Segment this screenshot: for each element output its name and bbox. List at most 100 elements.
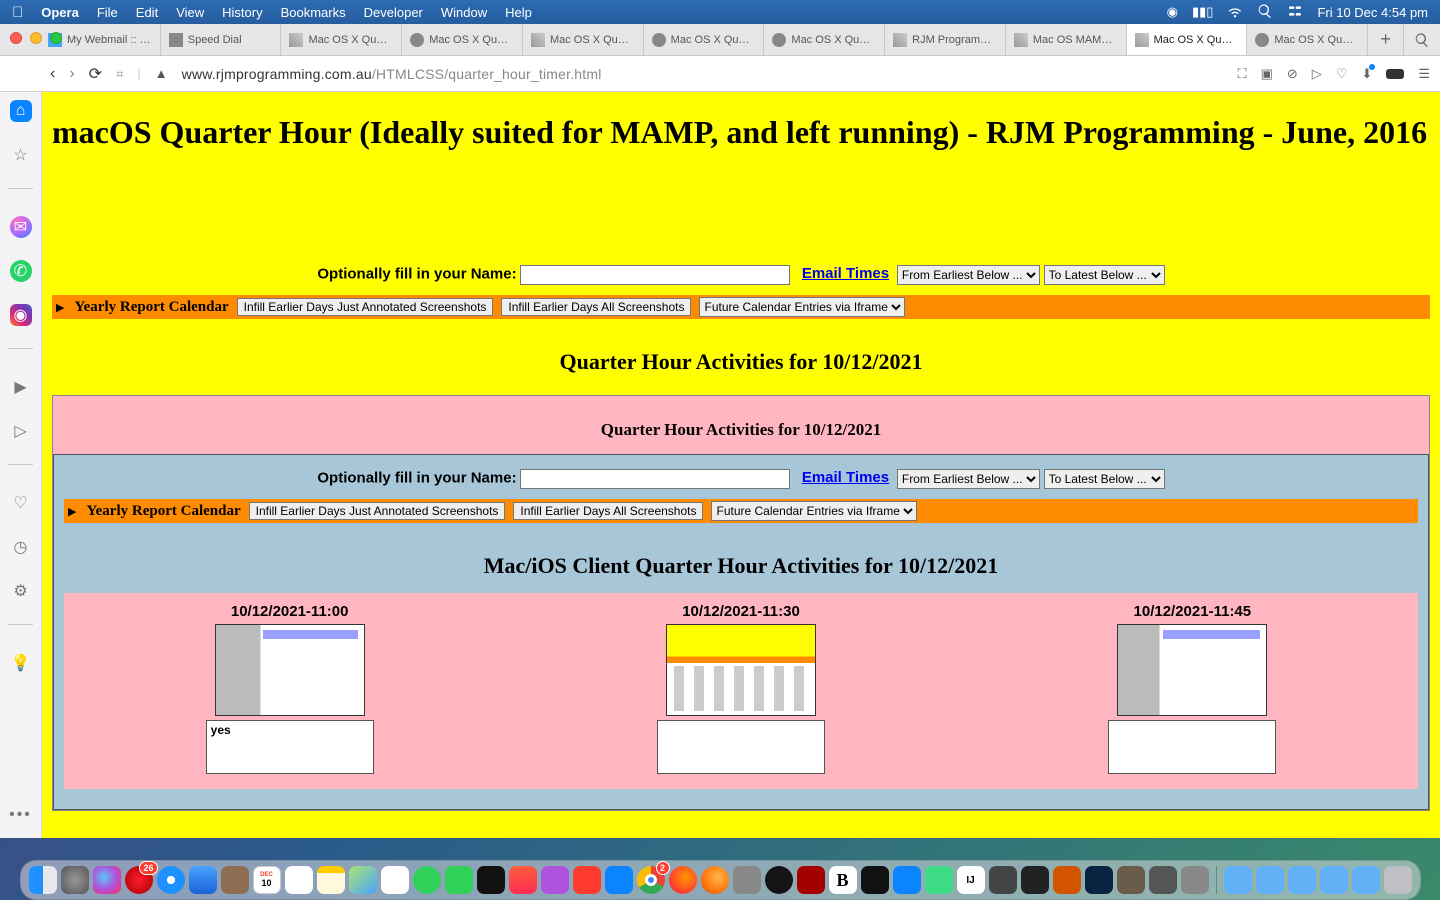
dock-notes-icon[interactable] <box>317 866 345 894</box>
window-zoom-button[interactable] <box>50 32 62 44</box>
dock-messages-icon[interactable] <box>413 866 441 894</box>
thumbnail-note-input[interactable] <box>206 720 374 774</box>
menubar-clock[interactable]: Fri 10 Dec 4:54 pm <box>1317 5 1428 20</box>
dock-folder-icon[interactable] <box>1352 866 1380 894</box>
inner-name-input[interactable] <box>520 469 790 489</box>
url-field[interactable]: www.rjmprogramming.com.au/HTMLCSS/quarte… <box>182 66 1224 82</box>
camera-icon[interactable]: ▣ <box>1261 66 1273 82</box>
browser-tab-active[interactable]: Mac OS X Quarte <box>1127 24 1248 55</box>
send-icon[interactable]: ▷ <box>1312 66 1322 82</box>
new-tab-button[interactable]: + <box>1368 24 1404 55</box>
dock-folder-icon[interactable] <box>1224 866 1252 894</box>
dock-downloads-icon[interactable] <box>1288 866 1316 894</box>
dock-mail-icon[interactable] <box>189 866 217 894</box>
dock-appstore-icon[interactable] <box>605 866 633 894</box>
browser-tab[interactable]: RJM Programming <box>885 24 1006 55</box>
adblock-icon[interactable]: ⊘ <box>1287 66 1298 82</box>
dock-xcode-icon[interactable] <box>893 866 921 894</box>
easysetup-icon[interactable] <box>1386 69 1404 79</box>
browser-tab[interactable]: Mac OS X Quarte <box>402 24 523 55</box>
thumbnail-image[interactable] <box>215 624 365 716</box>
dock-opera-icon[interactable]: 26 <box>125 866 153 894</box>
reload-button[interactable]: ⟳ <box>89 64 102 84</box>
dock-siri-icon[interactable] <box>93 866 121 894</box>
inner-email-times-link[interactable]: Email Times <box>802 469 889 486</box>
menu-edit[interactable]: Edit <box>136 5 158 20</box>
dock-app-icon[interactable] <box>989 866 1017 894</box>
dock-firefox-dev-icon[interactable] <box>701 866 729 894</box>
sidebar-instagram-icon[interactable]: ◉ <box>10 304 32 326</box>
thumbnail-note-input[interactable] <box>1108 720 1276 774</box>
sidebar-bookmark-icon[interactable]: ☆ <box>10 144 32 166</box>
menu-window[interactable]: Window <box>441 5 487 20</box>
infill-annotated-button[interactable]: Infill Earlier Days Just Annotated Scree… <box>237 298 494 316</box>
dock-reminders-icon[interactable] <box>285 866 313 894</box>
menu-history[interactable]: History <box>222 5 262 20</box>
sidebar-settings-icon[interactable]: ⚙ <box>10 580 32 602</box>
browser-tab[interactable]: Mac OS X Quarte <box>644 24 765 55</box>
browser-tab[interactable]: Mac OS X Quarte <box>764 24 885 55</box>
dock-podcasts-icon[interactable] <box>541 866 569 894</box>
dock-androidstudio-icon[interactable] <box>925 866 953 894</box>
dock-dashcode-icon[interactable] <box>765 866 793 894</box>
menu-help[interactable]: Help <box>505 5 532 20</box>
sidebar-paperplane-icon[interactable]: ▷ <box>10 420 32 442</box>
dock-openoffice-icon[interactable] <box>1085 866 1113 894</box>
sidebar-bulb-icon[interactable]: 💡 <box>10 652 32 674</box>
dock-chrome-icon[interactable]: 2 <box>637 866 665 894</box>
inner-future-calendar-select[interactable]: Future Calendar Entries via Iframe <box>711 501 917 521</box>
app-name[interactable]: Opera <box>41 5 79 20</box>
browser-tab[interactable]: Mac OS X Quarte <box>281 24 402 55</box>
disclosure-triangle-icon[interactable]: ▶ <box>56 301 64 314</box>
menu-view[interactable]: View <box>176 5 204 20</box>
dock-app-icon[interactable] <box>1021 866 1049 894</box>
window-minimize-button[interactable] <box>30 32 42 44</box>
dock-intellij-icon[interactable]: IJ <box>957 866 985 894</box>
dock-launchpad-icon[interactable] <box>61 866 89 894</box>
heart-icon[interactable]: ♡ <box>1336 66 1348 82</box>
dock-firefox-icon[interactable] <box>669 866 697 894</box>
dock-terminal-icon[interactable] <box>861 866 889 894</box>
sidebar-history-icon[interactable]: ◷ <box>10 536 32 558</box>
extensions-icon[interactable]: ⌗ <box>116 66 123 82</box>
dock-folder-icon[interactable] <box>1320 866 1348 894</box>
dock-calendar-icon[interactable]: DEC10 <box>253 866 281 894</box>
from-select[interactable]: From Earliest Below ... <box>897 265 1040 285</box>
email-times-link[interactable]: Email Times <box>802 265 889 282</box>
sidebar-messenger-icon[interactable]: ✉ <box>10 216 32 238</box>
menu-icon[interactable]: ☰ <box>1418 66 1430 82</box>
future-calendar-select[interactable]: Future Calendar Entries via Iframe <box>699 297 905 317</box>
inner-to-select[interactable]: To Latest Below ... <box>1044 469 1165 489</box>
dock-filezilla-icon[interactable] <box>797 866 825 894</box>
wifi-icon[interactable] <box>1227 3 1243 22</box>
search-icon[interactable] <box>1257 3 1273 22</box>
menu-developer[interactable]: Developer <box>364 5 423 20</box>
menu-file[interactable]: File <box>97 5 118 20</box>
screenrecord-icon[interactable]: ◉ <box>1167 4 1178 20</box>
window-close-button[interactable] <box>10 32 22 44</box>
nav-forward-button[interactable]: › <box>69 65 74 83</box>
browser-tab[interactable]: Mac OS X Quarte <box>523 24 644 55</box>
dock-app-b-icon[interactable]: B <box>829 866 857 894</box>
browser-tab[interactable]: Mac OS MAMP T <box>1006 24 1127 55</box>
battery-icon[interactable]: ▮▮▯ <box>1192 4 1213 20</box>
site-info-icon[interactable]: ▲ <box>155 66 168 81</box>
dock-music-icon[interactable] <box>509 866 537 894</box>
thumbnail-image[interactable] <box>666 624 816 716</box>
dock-systemprefs-icon[interactable] <box>1181 866 1209 894</box>
dock-folder-icon[interactable] <box>1256 866 1284 894</box>
inner-from-select[interactable]: From Earliest Below ... <box>897 469 1040 489</box>
sidebar-home-icon[interactable]: ⌂ <box>10 100 32 122</box>
sidebar-whatsapp-icon[interactable]: ✆ <box>10 260 32 282</box>
dock-safari-icon[interactable] <box>157 866 185 894</box>
screenshot-icon[interactable]: ⛶ <box>1237 66 1246 82</box>
menu-bookmarks[interactable]: Bookmarks <box>281 5 346 20</box>
to-select[interactable]: To Latest Below ... <box>1044 265 1165 285</box>
inner-infill-annotated-button[interactable]: Infill Earlier Days Just Annotated Scree… <box>249 502 506 520</box>
thumbnail-image[interactable] <box>1117 624 1267 716</box>
dock-maps-icon[interactable] <box>349 866 377 894</box>
inner-disclosure-triangle-icon[interactable]: ▶ <box>68 505 76 518</box>
inner-infill-all-button[interactable]: Infill Earlier Days All Screenshots <box>513 502 703 520</box>
dock-contacts-icon[interactable] <box>221 866 249 894</box>
sidebar-heart-icon[interactable]: ♡ <box>10 492 32 514</box>
